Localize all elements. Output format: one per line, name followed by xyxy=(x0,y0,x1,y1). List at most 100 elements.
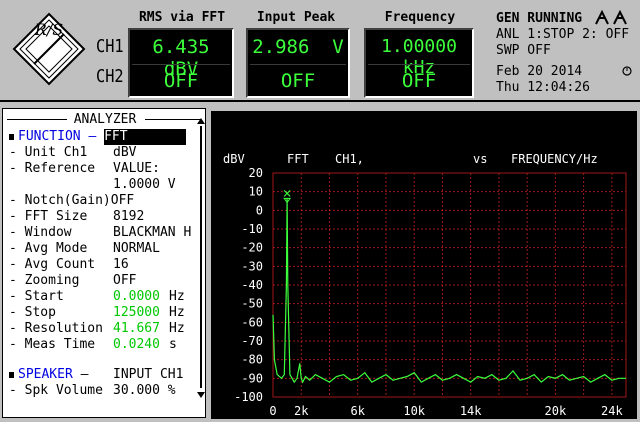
param-value[interactable]: 1.0000 V xyxy=(113,177,176,193)
param-label: FUNCTION xyxy=(18,129,81,144)
y-tick-label: -30 xyxy=(241,259,263,273)
param-label: Resolution xyxy=(24,321,103,336)
param-row-avg-count[interactable]: - Avg Count 16 xyxy=(9,257,129,273)
y-tick-label: 10 xyxy=(249,185,263,199)
y-tick-label: -20 xyxy=(241,241,263,255)
param-label: Zooming xyxy=(24,273,80,288)
channel-label-ch2: CH2 xyxy=(96,66,124,87)
x-tick-label: 20k xyxy=(545,404,567,418)
chart-title-channel: CH1, xyxy=(335,152,364,166)
y-tick-label: -80 xyxy=(241,353,263,367)
param-label: Avg Mode xyxy=(24,241,88,256)
param-row-resolution[interactable]: - Resolution 41.667 Hz xyxy=(9,321,185,337)
chart-title-function: FFT xyxy=(287,152,309,166)
scroll-down-icon xyxy=(197,392,205,398)
param-row-meas-time[interactable]: - Meas Time 0.0240 s xyxy=(9,337,177,353)
param-row-speaker[interactable]: SPEAKER — INPUT CH1 xyxy=(9,367,183,383)
param-unit: Hz xyxy=(169,289,185,304)
param-label: Reference xyxy=(24,161,96,176)
meter-peak-ch2: OFF xyxy=(280,70,316,92)
chart-title-x: FREQUENCY/Hz xyxy=(511,152,598,166)
chart-title-vs: vs xyxy=(473,152,487,166)
param-row-unit-ch1[interactable]: - Unit Ch1 dBV xyxy=(9,145,136,161)
anl-status: ANL 1:STOP 2: OFF xyxy=(496,27,630,42)
y-tick-label: 0 xyxy=(256,203,263,217)
param-label: Meas Time xyxy=(24,337,96,352)
chart-grid xyxy=(272,172,627,398)
param-row-function[interactable]: FUNCTION — FFT xyxy=(9,129,187,145)
param-label: Stop xyxy=(24,305,56,320)
param-value[interactable]: 30.000 % xyxy=(113,383,176,399)
param-row-fft-size[interactable]: - FFT Size 8192 xyxy=(9,209,144,225)
param-label: Start xyxy=(24,289,64,304)
analyzer-scrollbar[interactable] xyxy=(197,118,205,398)
meter-title-rms: RMS via FFT xyxy=(138,10,226,25)
param-value[interactable]: OFF xyxy=(111,193,134,208)
param-unit: s xyxy=(169,337,177,352)
param-row-stop[interactable]: - Stop 125000 Hz xyxy=(9,305,185,321)
meter-rms: 6.435 dBV OFF xyxy=(128,28,234,98)
param-value[interactable]: INPUT CH1 xyxy=(113,367,183,383)
param-row-notch[interactable]: - Notch(Gain)OFF xyxy=(9,193,134,209)
param-label: Avg Count xyxy=(24,257,96,272)
y-tick-label: -40 xyxy=(241,278,263,292)
x-tick-label: 6k xyxy=(350,404,365,418)
y-tick-label: -100 xyxy=(234,390,263,404)
gen-indicator-icon xyxy=(595,10,627,25)
marker-cross-icon xyxy=(283,189,291,197)
meter-rms-ch2: OFF xyxy=(163,70,199,92)
param-label: Spk Volume xyxy=(24,383,103,398)
header-bar: R/S CH1 CH2 RMS via FFT 6.435 dBV OFF In… xyxy=(0,0,640,102)
analyzer-panel: ANALYZER FUNCTION — FFT - Unit Ch1 dBV - … xyxy=(2,108,206,418)
y-tick-labels: 20 10 0 -10 -20 -30 -40 -50 -60 -70 -80 -90 -100 xyxy=(234,166,263,404)
y-tick-label: 20 xyxy=(249,166,263,180)
spectrum-chart[interactable]: dBV FFT CH1, vs FREQUENCY/Hz 20 10 0 -10 -20… xyxy=(211,111,637,419)
param-label: Notch(Gain) xyxy=(24,193,111,208)
y-axis-label: dBV xyxy=(223,152,245,166)
param-label: Window xyxy=(24,225,72,240)
param-value[interactable]: 125000 xyxy=(113,305,160,321)
param-value[interactable]: 16 xyxy=(113,257,129,273)
param-value[interactable]: NORMAL xyxy=(113,241,160,257)
param-row-start[interactable]: - Start 0.0000 Hz xyxy=(9,289,185,305)
param-row-window[interactable]: - Window BLACKMAN H xyxy=(9,225,191,241)
param-value[interactable]: 8192 xyxy=(113,209,144,225)
logo-text: R/S xyxy=(34,20,64,39)
param-row-reference[interactable]: - Reference VALUE: xyxy=(9,161,160,177)
param-unit: Hz xyxy=(169,321,185,336)
channel-label-ch1: CH1 xyxy=(96,36,124,57)
meter-peak: 2.986 V OFF xyxy=(246,28,350,98)
y-tick-label: -60 xyxy=(241,315,263,329)
param-value[interactable]: VALUE: xyxy=(113,161,160,177)
scroll-up-icon xyxy=(197,118,205,124)
spectrum-trace xyxy=(272,198,626,384)
gen-status: GEN RUNNING xyxy=(496,11,583,26)
y-tick-label: -10 xyxy=(241,222,263,236)
param-value[interactable]: OFF xyxy=(113,273,136,289)
x-tick-label: 10k xyxy=(403,404,425,418)
meter-peak-ch1: 2.986 V xyxy=(252,36,344,58)
x-tick-label: 24k xyxy=(601,404,623,418)
param-value[interactable]: dBV xyxy=(113,145,136,161)
y-tick-label: -90 xyxy=(241,371,263,385)
param-row-spk-volume[interactable]: - Spk Volume 30.000 % xyxy=(9,383,176,399)
param-value[interactable]: BLACKMAN H xyxy=(113,225,191,241)
meter-frequency: 1.00000 kHz OFF xyxy=(364,28,474,98)
x-tick-label: 2k xyxy=(294,404,309,418)
clock-icon xyxy=(622,66,632,76)
param-value-function[interactable]: FFT xyxy=(104,129,187,145)
param-row-avg-mode[interactable]: - Avg Mode NORMAL xyxy=(9,241,160,257)
y-tick-label: -50 xyxy=(241,297,263,311)
sweep-status: SWP OFF xyxy=(496,43,551,58)
meter-title-frequency: Frequency xyxy=(384,10,456,25)
x-tick-label: 14k xyxy=(460,404,482,418)
param-value[interactable]: 0.0240 xyxy=(113,337,160,353)
param-label: Unit Ch1 xyxy=(24,145,88,160)
x-tick-labels: 0 2k 6k 10k 14k 20k 24k xyxy=(269,404,623,418)
param-value[interactable]: 0.0000 xyxy=(113,289,160,305)
meter-frequency-ch2: OFF xyxy=(401,70,437,92)
x-tick-label: 0 xyxy=(269,404,276,418)
param-value[interactable]: 41.667 xyxy=(113,321,160,337)
date-display: Feb 20 2014 xyxy=(496,64,583,79)
param-row-zooming[interactable]: - Zooming OFF xyxy=(9,273,136,289)
